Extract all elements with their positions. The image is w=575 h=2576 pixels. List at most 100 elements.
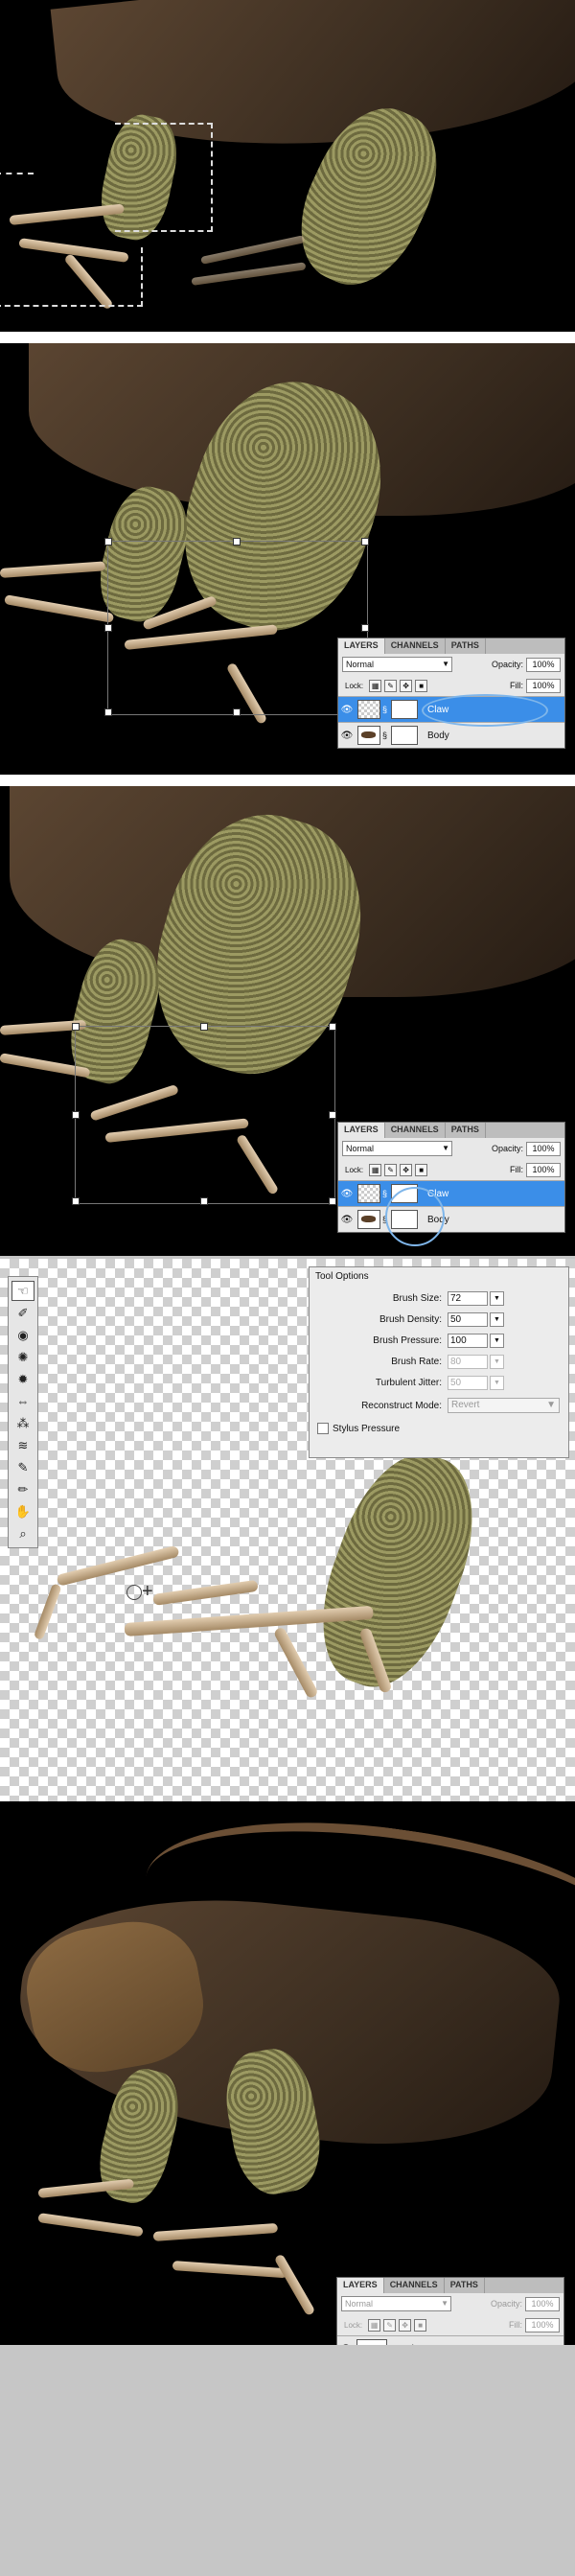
freeze-mask-icon[interactable]: ✎ — [12, 1457, 34, 1477]
layer-name: Body — [397, 2344, 419, 2346]
fill-input[interactable]: 100% — [526, 1162, 561, 1177]
transform-handle[interactable] — [233, 538, 241, 545]
lock-label: Lock: — [345, 1165, 364, 1174]
stylus-pressure-label: Stylus Pressure — [333, 1423, 401, 1434]
transform-handle[interactable] — [361, 538, 369, 545]
reconstruct-icon[interactable]: ✐ — [12, 1303, 34, 1323]
chevron-down-icon: ▼ — [546, 1400, 556, 1410]
tab-channels[interactable]: CHANNELS — [384, 2278, 445, 2293]
tab-layers[interactable]: LAYERS — [338, 1123, 385, 1138]
opacity-input[interactable]: 100% — [526, 657, 561, 672]
transform-handle[interactable] — [104, 538, 112, 545]
mirror-icon[interactable]: ⁂ — [12, 1413, 34, 1433]
blend-mode-select[interactable]: Normal ▼ — [341, 2296, 451, 2311]
brush-rate-input: 80 — [448, 1354, 488, 1369]
transform-handle[interactable] — [72, 1023, 80, 1031]
hand-icon[interactable]: ✋ — [12, 1501, 34, 1521]
chevron-down-icon: ▼ — [442, 660, 449, 668]
lock-brush-icon[interactable]: ✎ — [384, 679, 398, 692]
lock-move-icon[interactable]: ✥ — [400, 1163, 413, 1176]
lock-transparent-icon[interactable]: ▦ — [369, 679, 382, 692]
layer-thumbnail — [357, 700, 380, 719]
fill-input[interactable]: 100% — [526, 678, 561, 693]
twirl-icon[interactable]: ◉ — [12, 1325, 34, 1345]
layer-body[interactable]: 👁 § Body — [338, 722, 564, 748]
transform-handle[interactable] — [233, 708, 241, 716]
tab-layers[interactable]: LAYERS — [338, 638, 385, 654]
lock-all-icon[interactable]: ■ — [414, 2318, 427, 2332]
layer-mask-thumbnail[interactable] — [391, 700, 419, 719]
selection-marquee — [0, 247, 143, 307]
transform-handle[interactable] — [200, 1023, 208, 1031]
chevron-down-icon: ▼ — [442, 1144, 449, 1152]
transform-handle[interactable] — [329, 1111, 336, 1119]
zoom-icon[interactable]: ⌕ — [12, 1523, 34, 1543]
eye-icon[interactable]: 👁 — [340, 1189, 354, 1199]
bloat-icon[interactable]: ✹ — [12, 1369, 34, 1389]
eye-icon[interactable]: 👁 — [340, 1215, 354, 1225]
fill-input[interactable]: 100% — [525, 2317, 560, 2332]
chevron-down-icon: ▼ — [490, 1354, 504, 1369]
stylus-pressure-checkbox[interactable] — [317, 1423, 329, 1434]
lock-transparent-icon[interactable]: ▦ — [368, 2318, 381, 2332]
lock-brush-icon[interactable]: ✎ — [384, 1163, 398, 1176]
highlight-ring — [385, 1187, 445, 1246]
panel-tabs: LAYERS CHANNELS PATHS — [338, 1123, 564, 1138]
opacity-input[interactable]: 100% — [526, 1141, 561, 1156]
lock-move-icon[interactable]: ✥ — [400, 679, 413, 692]
claw — [200, 235, 306, 265]
tab-channels[interactable]: CHANNELS — [385, 1123, 446, 1138]
reconstruct-mode-value: Revert — [451, 1400, 480, 1410]
layer-body[interactable]: 👁 § Body — [338, 1206, 564, 1232]
opacity-input[interactable]: 100% — [525, 2296, 560, 2311]
chevron-down-icon[interactable]: ▼ — [490, 1311, 504, 1327]
transform-handle[interactable] — [72, 1197, 80, 1205]
layer-claw[interactable]: 👁 § Claw — [338, 1180, 564, 1206]
claw — [191, 262, 307, 286]
eye-icon[interactable]: 👁 — [339, 2344, 353, 2346]
lock-brush-icon[interactable]: ✎ — [383, 2318, 397, 2332]
lock-move-icon[interactable]: ✥ — [399, 2318, 412, 2332]
stylus-pressure-row: Stylus Pressure — [310, 1421, 568, 1436]
transform-handle[interactable] — [329, 1197, 336, 1205]
transform-handle[interactable] — [72, 1111, 80, 1119]
link-icon: § — [382, 1189, 388, 1198]
chevron-down-icon[interactable]: ▼ — [490, 1333, 504, 1348]
brush-rate-row: Brush Rate: 80 ▼ — [310, 1354, 568, 1369]
eye-icon[interactable]: 👁 — [340, 731, 354, 741]
transform-handle[interactable] — [104, 708, 112, 716]
brush-density-input[interactable]: 50 — [448, 1311, 488, 1327]
forward-warp-icon[interactable]: ☜ — [12, 1281, 34, 1301]
layer-mask-thumbnail[interactable] — [391, 726, 419, 745]
transform-box[interactable] — [104, 538, 369, 716]
layers-panel: LAYERS CHANNELS PATHS Normal ▼ Opacity: 10… — [336, 2277, 564, 2345]
blend-mode-select[interactable]: Normal ▼ — [342, 1141, 452, 1156]
lock-transparent-icon[interactable]: ▦ — [369, 1163, 382, 1176]
transform-handle[interactable] — [329, 1023, 336, 1031]
transform-handle[interactable] — [200, 1197, 208, 1205]
brush-size-input[interactable]: 72 — [448, 1290, 488, 1306]
tab-paths[interactable]: PATHS — [446, 638, 486, 654]
pucker-icon[interactable]: ✺ — [12, 1347, 34, 1367]
thaw-mask-icon[interactable]: ✏ — [12, 1479, 34, 1499]
tab-layers[interactable]: LAYERS — [337, 2278, 384, 2293]
brush-pressure-input[interactable]: 100 — [448, 1333, 488, 1348]
eye-icon[interactable]: 👁 — [340, 705, 354, 715]
transform-handle[interactable] — [361, 624, 369, 632]
lock-all-icon[interactable]: ■ — [415, 1163, 428, 1176]
turbulence-icon[interactable]: ≋ — [12, 1435, 34, 1455]
push-left-icon[interactable]: ⇔ — [12, 1391, 34, 1411]
opacity-label: Opacity: — [490, 2298, 522, 2309]
transform-box[interactable] — [72, 1023, 336, 1205]
tab-paths[interactable]: PATHS — [446, 1123, 486, 1138]
tab-paths[interactable]: PATHS — [445, 2278, 485, 2293]
transform-handle[interactable] — [104, 624, 112, 632]
blend-mode-select[interactable]: Normal ▼ — [342, 657, 452, 672]
tab-channels[interactable]: CHANNELS — [385, 638, 446, 654]
blend-mode-value: Normal — [346, 660, 375, 669]
chevron-down-icon[interactable]: ▼ — [490, 1290, 504, 1306]
lock-all-icon[interactable]: ■ — [415, 679, 428, 692]
tool-options-panel: Tool Options Brush Size: 72 ▼ Brush Dens… — [309, 1266, 569, 1458]
selection-marquee — [0, 173, 34, 176]
layer-body[interactable]: 👁 Body — [337, 2335, 564, 2345]
